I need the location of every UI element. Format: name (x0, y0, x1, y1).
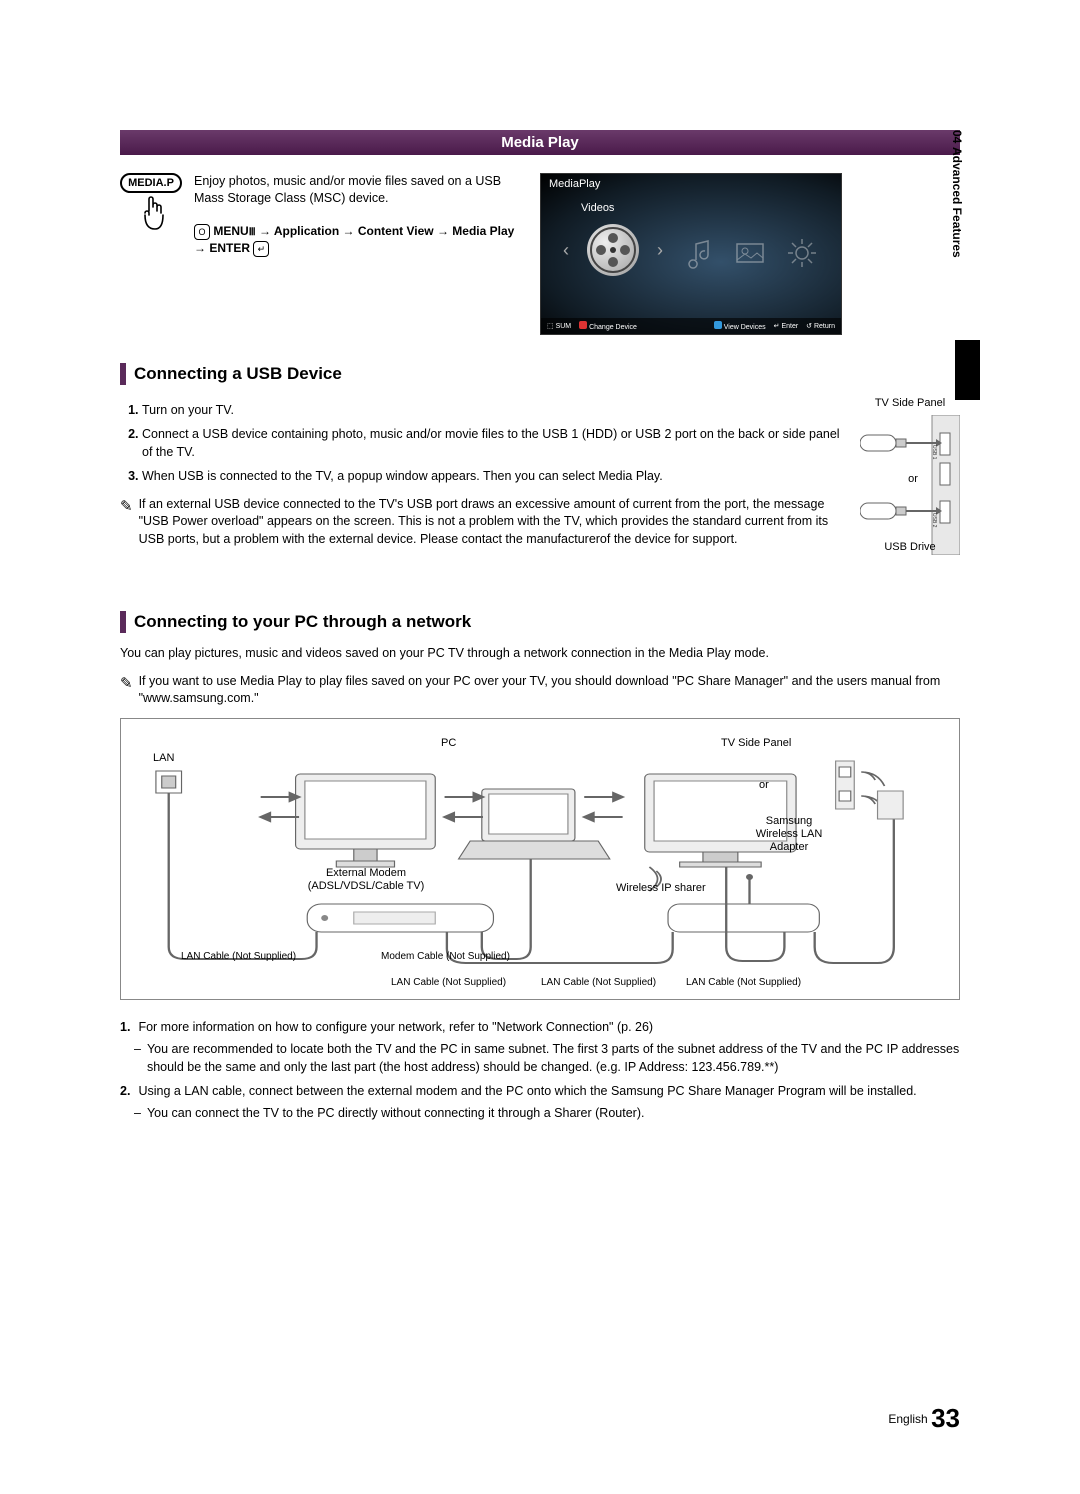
remote-button-graphic: MEDIA.P (120, 173, 182, 335)
external-modem-label: External Modem (ADSL/VDSL/Cable TV) (306, 867, 426, 893)
mediaplay-title: MediaPlay (541, 174, 841, 194)
usb-section-body: Turn on your TV. Connect a USB device co… (120, 397, 960, 583)
network-diagram: LAN PC TV Side Panel or Samsung Wireless… (120, 718, 960, 1000)
page-number: 33 (931, 1403, 960, 1433)
key-d-icon (714, 321, 722, 329)
or-label: or (898, 473, 928, 485)
usb-step-1: Turn on your TV. (142, 401, 840, 419)
note-icon: ✎ (120, 673, 133, 708)
mediaplay-icons: ‹ › (541, 224, 841, 276)
section-usb-title: Connecting a USB Device (120, 363, 960, 385)
or-label-2: or (759, 779, 769, 792)
title-bar-icon (120, 611, 126, 633)
lan-cable-3: LAN Cable (Not Supplied) (541, 977, 656, 989)
change-device-label: Change Device (589, 324, 637, 331)
step-2-text: Using a LAN cable, connect between the e… (138, 1082, 916, 1100)
videos-reel-icon (587, 224, 639, 276)
step-2-sub: –You can connect the TV to the PC direct… (134, 1104, 960, 1122)
usb-drive-label: USB Drive (860, 541, 960, 553)
svg-text:USB 1: USB 1 (931, 445, 937, 460)
menu-navigation-path: O MENUⅢ → Application → Content View → M… (194, 223, 520, 258)
page-title: Media Play (501, 134, 579, 151)
section-pc-heading: Connecting to your PC through a network (134, 612, 471, 632)
note-icon: ✎ (120, 496, 133, 549)
pc-steps: 1. For more information on how to config… (120, 1018, 960, 1123)
mediaplay-category: Videos (541, 194, 841, 220)
page-footer: English 33 (888, 1403, 960, 1434)
chapter-number: 04 (950, 130, 964, 143)
usb-steps: Turn on your TV. Connect a USB device co… (120, 397, 840, 583)
enter-icon: ↵ (253, 241, 269, 257)
step-1-text: For more information on how to configure… (138, 1018, 653, 1036)
page-title-bar: Media Play (120, 130, 960, 155)
usb-step-list: Turn on your TV. Connect a USB device co… (120, 401, 840, 486)
tv-side-panel-graphic: TV Side Panel USB 1 USB 2 or (860, 397, 960, 583)
mediaplay-preview: MediaPlay Videos ‹ › (540, 173, 842, 335)
remote-button-label: MEDIA.P (120, 173, 182, 193)
pc-network-body: You can play pictures, music and videos … (120, 645, 960, 1122)
section-usb-heading: Connecting a USB Device (134, 364, 342, 384)
intro-text-block: Enjoy photos, music and/or movie files s… (194, 173, 520, 335)
pc-note-text: If you want to use Media Play to play fi… (139, 673, 960, 708)
title-bar-icon (120, 363, 126, 385)
lan-label: LAN (153, 752, 174, 765)
lan-cable-1: LAN Cable (Not Supplied) (181, 951, 296, 963)
lan-cable-4: LAN Cable (Not Supplied) (686, 977, 801, 989)
chevron-right-icon: › (657, 240, 663, 261)
pc-intro-text: You can play pictures, music and videos … (120, 645, 960, 663)
sum-indicator: ⬚ SUM (547, 322, 571, 330)
view-devices-label: View Devices (724, 324, 766, 331)
tv-side-panel-label: TV Side Panel (860, 397, 960, 409)
modem-cable: Modem Cable (Not Supplied) (381, 951, 510, 963)
pc-note: ✎ If you want to use Media Play to play … (120, 673, 960, 708)
key-a-icon (579, 321, 587, 329)
intro-section: MEDIA.P Enjoy photos, music and/or movie… (120, 173, 960, 335)
chevron-left-icon: ‹ (563, 240, 569, 261)
footer-lang: English (888, 1412, 927, 1426)
usb-note: ✎ If an external USB device connected to… (120, 496, 840, 549)
lan-cable-2: LAN Cable (Not Supplied) (391, 977, 506, 989)
step-2-num: 2. (120, 1082, 130, 1100)
usb-port-diagram: USB 1 USB 2 (860, 415, 960, 555)
usb-note-text: If an external USB device connected to t… (139, 496, 840, 549)
enter-label: ↵ Enter (774, 322, 799, 330)
section-pc-title: Connecting to your PC through a network (120, 611, 960, 633)
usb-step-3: When USB is connected to the TV, a popup… (142, 467, 840, 485)
wireless-sharer-label: Wireless IP sharer (616, 882, 706, 895)
side-tab-marker (955, 340, 980, 400)
svg-text:USB 2: USB 2 (931, 513, 937, 528)
intro-description: Enjoy photos, music and/or movie files s… (194, 173, 520, 207)
return-label: ↺ Return (806, 322, 835, 330)
tv-side-label: TV Side Panel (721, 737, 791, 750)
photos-icon (733, 236, 767, 270)
mediaplay-bottom-bar: ⬚ SUM Change Device View Devices ↵ Enter… (541, 318, 841, 334)
music-icon (681, 236, 715, 270)
samsung-adapter-label: Samsung Wireless LAN Adapter (749, 815, 829, 855)
menu-icon: O (194, 224, 210, 240)
settings-icon (785, 236, 819, 270)
pc-label: PC (441, 737, 456, 750)
step-1-sub: –You are recommended to locate both the … (134, 1040, 960, 1076)
hand-icon (120, 195, 182, 240)
intro-left: MEDIA.P Enjoy photos, music and/or movie… (120, 173, 520, 335)
nav-menu: MENU (213, 224, 248, 238)
step-1-num: 1. (120, 1018, 130, 1036)
usb-step-2: Connect a USB device containing photo, m… (142, 425, 840, 461)
